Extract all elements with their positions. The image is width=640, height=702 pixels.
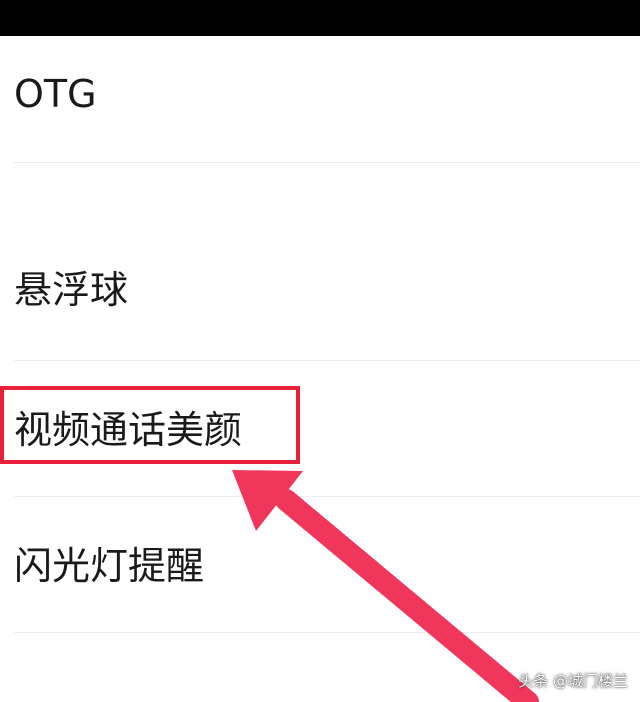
watermark: 头条 @城门楼兰 <box>518 672 628 690</box>
divider <box>14 632 640 633</box>
setting-item-floating-ball[interactable]: 悬浮球 <box>0 162 640 361</box>
setting-item-label: OTG <box>14 72 97 116</box>
setting-item-label: 悬浮球 <box>14 268 129 312</box>
settings-list: OTG 悬浮球 视频通话美颜 闪光灯提醒 <box>0 36 640 702</box>
setting-item-otg[interactable]: OTG <box>0 36 640 163</box>
status-bar <box>0 0 640 36</box>
setting-item-flash-reminder[interactable]: 闪光灯提醒 <box>0 496 640 633</box>
setting-item-label: 闪光灯提醒 <box>14 544 205 588</box>
highlight-box <box>0 386 300 464</box>
